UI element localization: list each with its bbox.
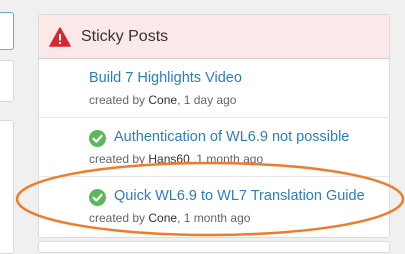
post-item: Build 7 Highlights Video created by Cone…	[39, 59, 389, 118]
left-panel-edge	[0, 60, 14, 102]
warning-icon	[49, 26, 71, 47]
sticky-posts-panel: Sticky Posts Build 7 Highlights Video cr…	[38, 14, 390, 238]
post-author[interactable]: Cone	[148, 93, 177, 107]
left-panel-edge	[0, 120, 14, 254]
post-item: Quick WL6.9 to WL7 Translation Guide cre…	[39, 177, 389, 235]
post-link[interactable]: Quick WL6.9 to WL7 Translation Guide	[114, 188, 365, 204]
left-panel-edge[interactable]	[0, 12, 14, 50]
post-link[interactable]: Authentication of WL6.9 not possible	[114, 129, 349, 145]
post-link[interactable]: Build 7 Highlights Video	[89, 70, 242, 86]
post-author[interactable]: Hans60	[148, 152, 189, 166]
post-meta: created by Cone, 1 month ago	[89, 211, 251, 225]
post-author[interactable]: Cone	[148, 211, 177, 225]
panel-header: Sticky Posts	[39, 15, 389, 59]
left-column	[0, 0, 14, 254]
check-circle-icon	[89, 189, 106, 206]
post-meta: created by Hans60, 1 month ago	[89, 152, 264, 166]
panel-title: Sticky Posts	[81, 27, 169, 45]
post-meta: created by Cone, 1 day ago	[89, 93, 237, 107]
next-panel-edge	[38, 241, 390, 253]
post-item: Authentication of WL6.9 not possible cre…	[39, 118, 389, 177]
check-circle-icon	[89, 130, 106, 147]
